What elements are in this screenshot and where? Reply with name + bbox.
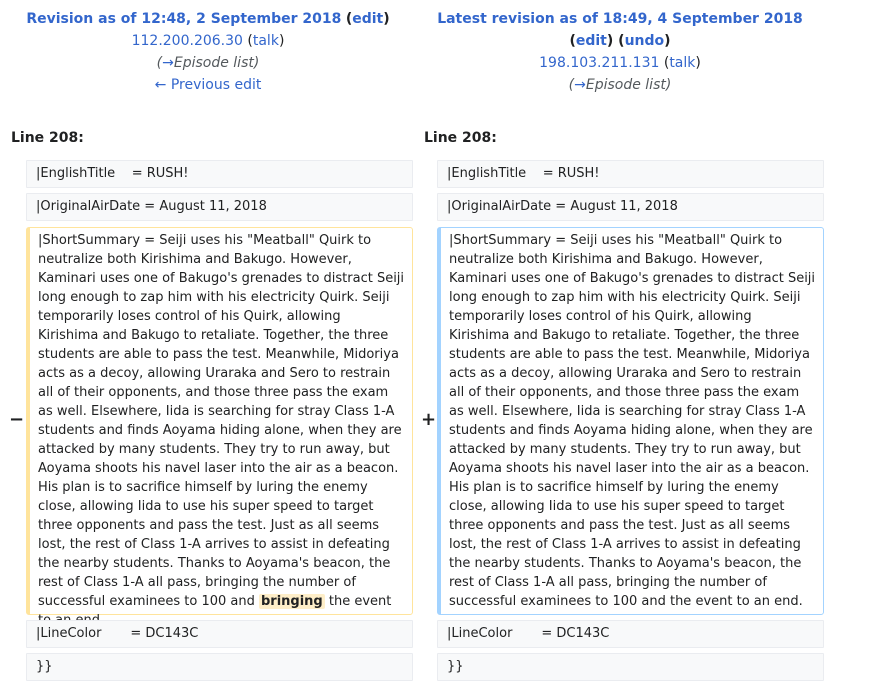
old-context-english-title: |EnglishTitle = RUSH! (26, 160, 413, 188)
new-edit-summary: (→Episode list) (568, 77, 672, 93)
deletion-marker: − (9, 409, 25, 430)
old-user-link[interactable]: 112.200.206.30 (132, 33, 243, 49)
new-revision-link[interactable]: Latest revision as of 18:49, 4 September… (437, 11, 803, 27)
deleted-summary-text: |ShortSummary = Seiji uses his "Meatball… (38, 231, 405, 630)
old-line-number: Line 208: (11, 130, 84, 146)
old-revision-header: Revision as of 12:48, 2 September 2018 (… (10, 8, 406, 96)
deleted-summary-line: |ShortSummary = Seiji uses his "Meatball… (26, 227, 413, 628)
new-context-air-date: |OriginalAirDate = August 11, 2018 (437, 193, 824, 221)
old-context-line-color: |LineColor = DC143C (26, 620, 413, 648)
new-context-english-title: |EnglishTitle = RUSH! (437, 160, 824, 188)
new-context-close: }} (437, 653, 824, 681)
new-user-link[interactable]: 198.103.211.131 (539, 55, 659, 71)
removed-word-highlight: bringing (258, 594, 325, 609)
new-revision-header: Latest revision as of 18:49, 4 September… (422, 8, 818, 96)
old-edit-summary: (→Episode list) (156, 55, 260, 71)
old-user-line: 112.200.206.30 (talk) (131, 33, 285, 49)
new-section-name: Episode list (585, 77, 666, 93)
new-section-arrow-link[interactable]: → (574, 77, 586, 93)
old-context-close: }} (26, 653, 413, 681)
undo-link[interactable]: undo (625, 33, 665, 49)
new-line-number: Line 208: (424, 130, 497, 146)
deleted-summary-before: |ShortSummary = Seiji uses his "Meatball… (38, 233, 405, 609)
previous-edit-link[interactable]: ← Previous edit (155, 77, 262, 93)
old-edit-link[interactable]: edit (352, 11, 383, 27)
old-talk-link[interactable]: talk (253, 33, 279, 49)
new-revision-title-line: Latest revision as of 18:49, 4 September… (422, 8, 818, 30)
added-summary-text: |ShortSummary = Seiji uses his "Meatball… (449, 233, 816, 609)
old-revision-title-line: Revision as of 12:48, 2 September 2018 (… (26, 11, 390, 27)
new-talk-link[interactable]: talk (669, 55, 695, 71)
old-context-air-date: |OriginalAirDate = August 11, 2018 (26, 193, 413, 221)
new-revision-actions: (edit) (undo) (569, 33, 671, 49)
new-edit-link[interactable]: edit (576, 33, 607, 49)
new-user-line: 198.103.211.131 (talk) (539, 55, 701, 71)
addition-marker: + (421, 409, 437, 430)
added-summary-line: |ShortSummary = Seiji uses his "Meatball… (437, 227, 824, 615)
old-revision-link[interactable]: Revision as of 12:48, 2 September 2018 (26, 11, 341, 27)
old-section-arrow-link[interactable]: → (162, 55, 174, 71)
old-section-name: Episode list (173, 55, 254, 71)
new-context-line-color: |LineColor = DC143C (437, 620, 824, 648)
